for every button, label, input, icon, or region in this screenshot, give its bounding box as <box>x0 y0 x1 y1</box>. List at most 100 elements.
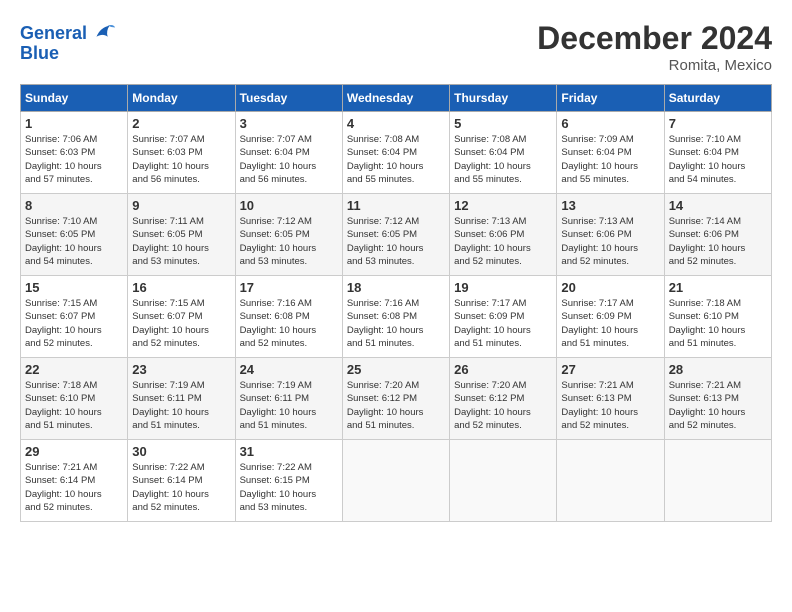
calendar-table: Sunday Monday Tuesday Wednesday Thursday… <box>20 84 772 522</box>
table-cell <box>342 440 449 522</box>
day-number: 7 <box>669 116 767 131</box>
day-info: Sunrise: 7:19 AM Sunset: 6:11 PM Dayligh… <box>240 379 338 432</box>
table-cell: 6 Sunrise: 7:09 AM Sunset: 6:04 PM Daylig… <box>557 112 664 194</box>
table-cell: 1 Sunrise: 7:06 AM Sunset: 6:03 PM Daylig… <box>21 112 128 194</box>
week-row-3: 15 Sunrise: 7:15 AM Sunset: 6:07 PM Dayli… <box>21 276 772 358</box>
table-cell: 14 Sunrise: 7:14 AM Sunset: 6:06 PM Dayli… <box>664 194 771 276</box>
day-number: 27 <box>561 362 659 377</box>
table-cell: 11Sunrise: 7:12 AM Sunset: 6:05 PM Dayli… <box>342 194 449 276</box>
day-number: 1 <box>25 116 123 131</box>
day-info: Sunrise: 7:06 AM Sunset: 6:03 PM Dayligh… <box>25 133 123 186</box>
day-info: Sunrise: 7:22 AM Sunset: 6:14 PM Dayligh… <box>132 461 230 514</box>
table-cell: 25 Sunrise: 7:20 AM Sunset: 6:12 PM Dayli… <box>342 358 449 440</box>
day-number: 30 <box>132 444 230 459</box>
day-info: Sunrise: 7:21 AM Sunset: 6:13 PM Dayligh… <box>561 379 659 432</box>
day-info: Sunrise: 7:12 AM Sunset: 6:05 PM Dayligh… <box>347 215 445 268</box>
day-info: Sunrise: 7:07 AM Sunset: 6:03 PM Dayligh… <box>132 133 230 186</box>
day-number: 4 <box>347 116 445 131</box>
day-info: Sunrise: 7:11 AM Sunset: 6:05 PM Dayligh… <box>132 215 230 268</box>
day-number: 22 <box>25 362 123 377</box>
day-number: 21 <box>669 280 767 295</box>
logo-text-general: General <box>20 24 87 44</box>
day-number: 3 <box>240 116 338 131</box>
table-cell: 2 Sunrise: 7:07 AM Sunset: 6:03 PM Daylig… <box>128 112 235 194</box>
table-cell: 23 Sunrise: 7:19 AM Sunset: 6:11 PM Dayli… <box>128 358 235 440</box>
day-info: Sunrise: 7:18 AM Sunset: 6:10 PM Dayligh… <box>669 297 767 350</box>
logo-bird-icon <box>89 20 117 48</box>
table-cell: 18Sunrise: 7:16 AM Sunset: 6:08 PM Dayli… <box>342 276 449 358</box>
day-info: Sunrise: 7:08 AM Sunset: 6:04 PM Dayligh… <box>347 133 445 186</box>
table-cell: 22 Sunrise: 7:18 AM Sunset: 6:10 PM Dayli… <box>21 358 128 440</box>
day-info: Sunrise: 7:10 AM Sunset: 6:05 PM Dayligh… <box>25 215 123 268</box>
day-info: Sunrise: 7:20 AM Sunset: 6:12 PM Dayligh… <box>347 379 445 432</box>
table-cell: 29Sunrise: 7:21 AM Sunset: 6:14 PM Dayli… <box>21 440 128 522</box>
day-info: Sunrise: 7:08 AM Sunset: 6:04 PM Dayligh… <box>454 133 552 186</box>
table-cell: 4 Sunrise: 7:08 AM Sunset: 6:04 PM Daylig… <box>342 112 449 194</box>
day-number: 18 <box>347 280 445 295</box>
day-number: 12 <box>454 198 552 213</box>
week-row-4: 22 Sunrise: 7:18 AM Sunset: 6:10 PM Dayli… <box>21 358 772 440</box>
day-number: 2 <box>132 116 230 131</box>
table-cell: 10Sunrise: 7:12 AM Sunset: 6:05 PM Dayli… <box>235 194 342 276</box>
table-cell: 26Sunrise: 7:20 AM Sunset: 6:12 PM Dayli… <box>450 358 557 440</box>
header-saturday: Saturday <box>664 85 771 112</box>
table-cell: 8Sunrise: 7:10 AM Sunset: 6:05 PM Daylig… <box>21 194 128 276</box>
day-number: 24 <box>240 362 338 377</box>
day-number: 10 <box>240 198 338 213</box>
day-info: Sunrise: 7:09 AM Sunset: 6:04 PM Dayligh… <box>561 133 659 186</box>
table-cell: 12Sunrise: 7:13 AM Sunset: 6:06 PM Dayli… <box>450 194 557 276</box>
day-info: Sunrise: 7:22 AM Sunset: 6:15 PM Dayligh… <box>240 461 338 514</box>
page-header: General Blue December 2024 Romita, Mexic… <box>20 20 772 74</box>
week-row-5: 29Sunrise: 7:21 AM Sunset: 6:14 PM Dayli… <box>21 440 772 522</box>
table-cell: 30 Sunrise: 7:22 AM Sunset: 6:14 PM Dayli… <box>128 440 235 522</box>
table-cell: 9 Sunrise: 7:11 AM Sunset: 6:05 PM Daylig… <box>128 194 235 276</box>
day-number: 6 <box>561 116 659 131</box>
day-number: 31 <box>240 444 338 459</box>
table-cell <box>450 440 557 522</box>
logo: General Blue <box>20 20 117 64</box>
day-number: 23 <box>132 362 230 377</box>
day-info: Sunrise: 7:15 AM Sunset: 6:07 PM Dayligh… <box>132 297 230 350</box>
table-cell: 28 Sunrise: 7:21 AM Sunset: 6:13 PM Dayli… <box>664 358 771 440</box>
month-title: December 2024 <box>537 20 772 57</box>
table-cell: 7 Sunrise: 7:10 AM Sunset: 6:04 PM Daylig… <box>664 112 771 194</box>
table-cell: 3 Sunrise: 7:07 AM Sunset: 6:04 PM Daylig… <box>235 112 342 194</box>
table-cell: 27 Sunrise: 7:21 AM Sunset: 6:13 PM Dayli… <box>557 358 664 440</box>
day-info: Sunrise: 7:15 AM Sunset: 6:07 PM Dayligh… <box>25 297 123 350</box>
day-number: 25 <box>347 362 445 377</box>
table-cell <box>664 440 771 522</box>
table-cell <box>557 440 664 522</box>
day-info: Sunrise: 7:21 AM Sunset: 6:13 PM Dayligh… <box>669 379 767 432</box>
table-cell: 20Sunrise: 7:17 AM Sunset: 6:09 PM Dayli… <box>557 276 664 358</box>
day-info: Sunrise: 7:10 AM Sunset: 6:04 PM Dayligh… <box>669 133 767 186</box>
day-info: Sunrise: 7:18 AM Sunset: 6:10 PM Dayligh… <box>25 379 123 432</box>
title-area: December 2024 Romita, Mexico <box>537 20 772 74</box>
table-cell: 21 Sunrise: 7:18 AM Sunset: 6:10 PM Dayli… <box>664 276 771 358</box>
day-number: 9 <box>132 198 230 213</box>
day-number: 26 <box>454 362 552 377</box>
day-number: 14 <box>669 198 767 213</box>
table-cell: 19Sunrise: 7:17 AM Sunset: 6:09 PM Dayli… <box>450 276 557 358</box>
table-cell: 13Sunrise: 7:13 AM Sunset: 6:06 PM Dayli… <box>557 194 664 276</box>
week-row-1: 1 Sunrise: 7:06 AM Sunset: 6:03 PM Daylig… <box>21 112 772 194</box>
table-cell: 5 Sunrise: 7:08 AM Sunset: 6:04 PM Daylig… <box>450 112 557 194</box>
table-cell: 15 Sunrise: 7:15 AM Sunset: 6:07 PM Dayli… <box>21 276 128 358</box>
day-info: Sunrise: 7:17 AM Sunset: 6:09 PM Dayligh… <box>561 297 659 350</box>
day-info: Sunrise: 7:19 AM Sunset: 6:11 PM Dayligh… <box>132 379 230 432</box>
day-number: 29 <box>25 444 123 459</box>
table-cell: 16 Sunrise: 7:15 AM Sunset: 6:07 PM Dayli… <box>128 276 235 358</box>
day-number: 5 <box>454 116 552 131</box>
table-cell: 17Sunrise: 7:16 AM Sunset: 6:08 PM Dayli… <box>235 276 342 358</box>
header-monday: Monday <box>128 85 235 112</box>
day-number: 16 <box>132 280 230 295</box>
day-info: Sunrise: 7:14 AM Sunset: 6:06 PM Dayligh… <box>669 215 767 268</box>
day-info: Sunrise: 7:07 AM Sunset: 6:04 PM Dayligh… <box>240 133 338 186</box>
day-number: 19 <box>454 280 552 295</box>
header-tuesday: Tuesday <box>235 85 342 112</box>
day-number: 28 <box>669 362 767 377</box>
header-friday: Friday <box>557 85 664 112</box>
day-number: 15 <box>25 280 123 295</box>
table-cell: 24 Sunrise: 7:19 AM Sunset: 6:11 PM Dayli… <box>235 358 342 440</box>
header-wednesday: Wednesday <box>342 85 449 112</box>
week-row-2: 8Sunrise: 7:10 AM Sunset: 6:05 PM Daylig… <box>21 194 772 276</box>
